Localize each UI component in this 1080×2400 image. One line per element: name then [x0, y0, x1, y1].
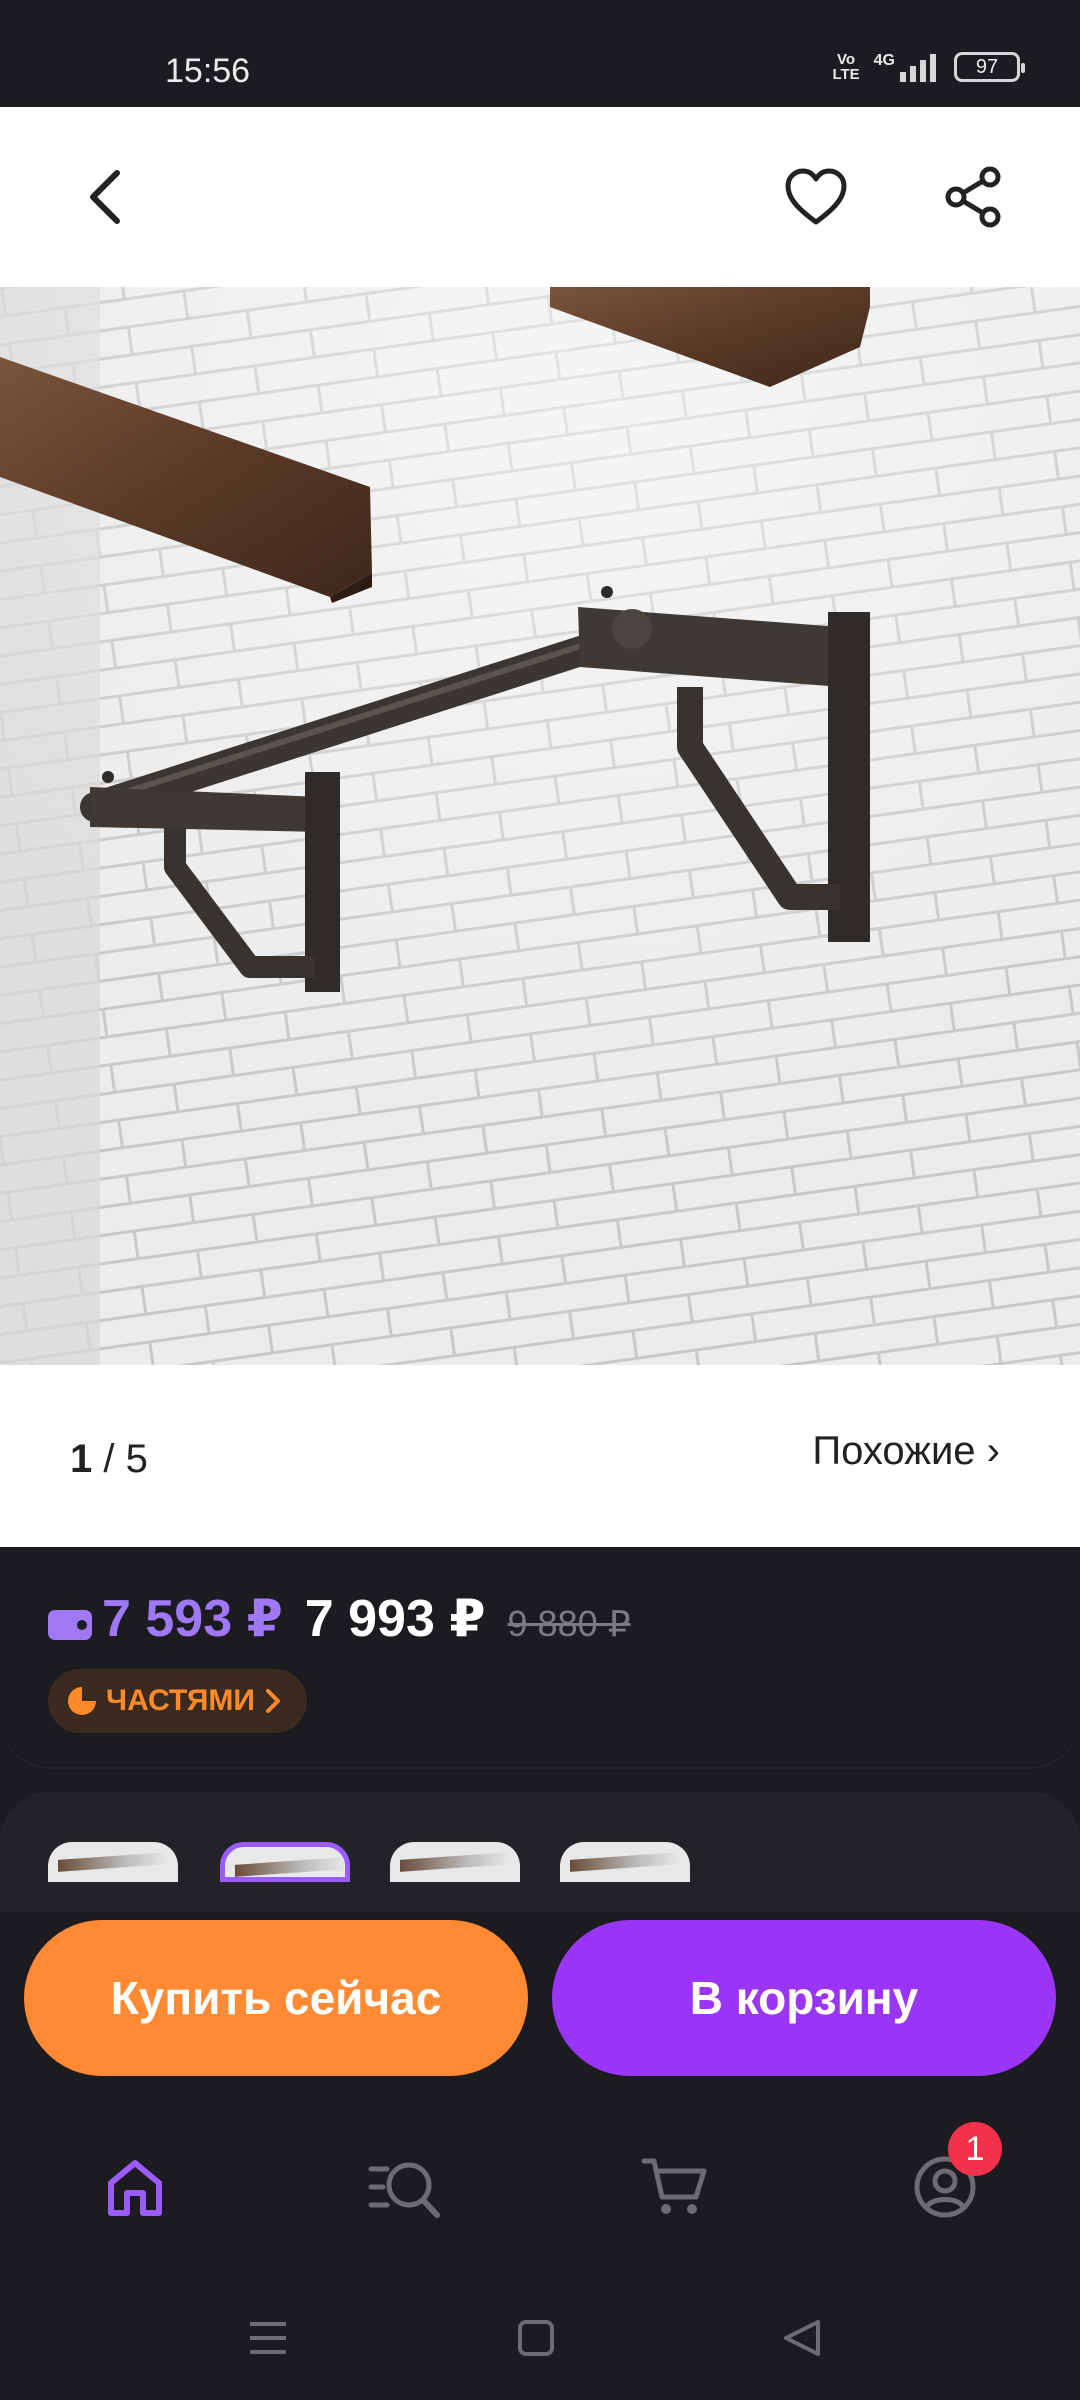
price-row: 7 593 ₽ 7 993 ₽ 9 880 ₽: [48, 1589, 631, 1649]
gallery-footer: 1 / 5 Похожие ›: [0, 1365, 1080, 1547]
home-system-button[interactable]: [506, 2308, 566, 2368]
square-icon: [518, 2320, 554, 2356]
variant-thumbnail-selected[interactable]: [220, 1842, 350, 1882]
image-counter-total: 5: [125, 1437, 148, 1481]
bottom-tab-bar: 1: [0, 2082, 1080, 2282]
buy-now-button[interactable]: Купить сейчас: [24, 1920, 528, 2076]
variant-thumbnail[interactable]: [390, 1842, 520, 1882]
recent-apps-button[interactable]: [238, 2308, 298, 2368]
network-type: 4G: [873, 52, 895, 69]
status-icons: Vo LTE 4G 97: [832, 51, 1025, 83]
image-counter-current: 1: [70, 1437, 93, 1481]
battery-level: 97: [975, 55, 999, 78]
profile-notification-badge: 1: [948, 2122, 1002, 2176]
product-image[interactable]: [0, 287, 1080, 1365]
cart-icon: [641, 2158, 707, 2214]
back-button[interactable]: [70, 159, 140, 235]
installment-label: ЧАСТЯМИ: [106, 1684, 255, 1717]
wallet-icon: [48, 1610, 92, 1640]
installment-badge[interactable]: ЧАСТЯМИ: [48, 1669, 307, 1733]
heart-icon: [785, 168, 847, 225]
chevron-right-icon: [265, 1689, 280, 1713]
favorite-button[interactable]: [776, 157, 856, 237]
home-icon: [108, 2160, 162, 2216]
variant-thumbnail[interactable]: [48, 1842, 178, 1882]
triangle-back-icon: [784, 2320, 820, 2356]
back-system-button[interactable]: [772, 2308, 832, 2368]
action-buttons: Купить сейчас В корзину: [0, 1912, 1080, 2082]
battery-icon: 97: [954, 52, 1025, 82]
share-button[interactable]: [934, 157, 1014, 237]
current-price: 7 993 ₽: [304, 1590, 486, 1648]
similar-products-link[interactable]: Похожие ›: [812, 1429, 1000, 1474]
pie-chart-icon: [68, 1687, 96, 1715]
image-counter: 1 / 5: [70, 1437, 148, 1482]
system-navigation-bar: [0, 2282, 1080, 2400]
volte-icon: Vo LTE: [832, 51, 860, 83]
top-app-bar: [0, 107, 1080, 287]
menu-icon: [250, 2322, 286, 2354]
variant-thumbnail[interactable]: [560, 1842, 690, 1882]
catalog-search-icon: [368, 2162, 440, 2218]
tab-cart[interactable]: [630, 2142, 720, 2232]
status-bar: 15:56 Vo LTE 4G 97: [0, 0, 1080, 107]
pull-up-bar-photo: [0, 287, 1080, 1365]
signal-icon: 4G: [874, 52, 940, 82]
price-card: 7 593 ₽ 7 993 ₽ 9 880 ₽ ЧАСТЯМИ: [0, 1547, 1080, 1767]
chevron-left-icon: [90, 170, 120, 224]
share-icon: [945, 166, 1001, 228]
wallet-price: 7 593 ₽: [102, 1590, 283, 1648]
tab-catalog[interactable]: [360, 2142, 450, 2232]
variants-panel: [0, 1792, 1080, 1912]
tab-home[interactable]: [90, 2142, 180, 2232]
image-counter-separator: /: [103, 1437, 115, 1481]
old-price: 9 880 ₽: [507, 1603, 631, 1644]
add-to-cart-button[interactable]: В корзину: [552, 1920, 1056, 2076]
status-time: 15:56: [165, 52, 251, 90]
